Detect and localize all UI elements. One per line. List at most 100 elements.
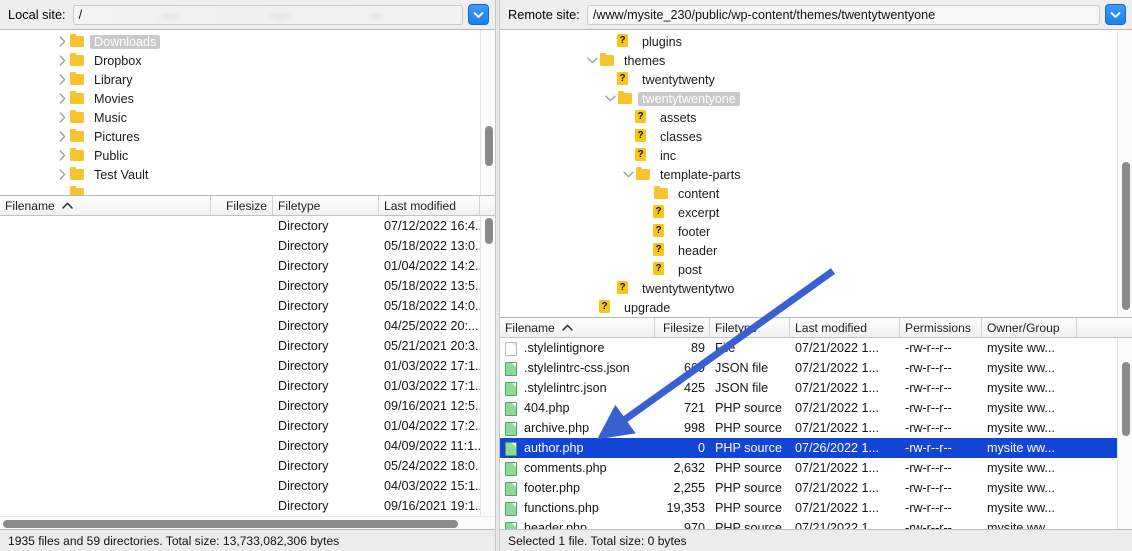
cell-filesize: 669 (683, 361, 705, 375)
cell-filetype: Directory (278, 219, 329, 233)
table-row[interactable]: Directory 01/04/2022 17:2.. (0, 416, 495, 436)
tree-twisty-collapsed[interactable] (56, 54, 69, 67)
cell-permissions: -rw-r--r-- (905, 521, 952, 529)
remote-path-input[interactable]: /www/mysite_230/public/wp-content/themes… (586, 4, 1100, 25)
table-row[interactable]: Directory 05/18/2022 13:5.. (0, 276, 495, 296)
remote-list-scrollbar[interactable] (1117, 338, 1132, 529)
table-row[interactable]: Directory 01/04/2022 14:2.. (0, 256, 495, 276)
column-header-filesize[interactable]: Filesize (655, 318, 710, 337)
table-row[interactable]: Directory 04/09/2022 11:1.. (0, 436, 495, 456)
tree-item[interactable]: ? excerpt (500, 203, 1132, 222)
column-header-owner[interactable]: Owner/Group (982, 318, 1077, 337)
tree-item[interactable]: content (500, 184, 1132, 203)
tree-item[interactable]: ? post (500, 260, 1132, 279)
tree-item[interactable]: twentytwentyone (500, 89, 1132, 108)
folder-icon (69, 71, 85, 87)
tree-item[interactable] (0, 184, 495, 195)
table-row[interactable]: Directory 05/24/2022 18:0. (0, 456, 495, 476)
column-header-filename[interactable]: Filename (0, 196, 211, 215)
table-row[interactable]: .stylelintrc.json 425 JSON file 07/21/2022 … (500, 378, 1132, 398)
column-header-label: Filename (5, 198, 55, 213)
remote-list-scroll-thumb[interactable] (1122, 362, 1130, 436)
local-list-scrollbar[interactable] (480, 216, 495, 516)
tree-item[interactable]: Dropbox (0, 51, 495, 70)
local-tree-scrollbar[interactable] (480, 30, 495, 195)
remote-tree-scroll-thumb[interactable] (1122, 162, 1130, 310)
local-file-list[interactable]: Directory 07/12/2022 16:4.. Directory 05/18… (0, 216, 495, 516)
tree-twisty-collapsed[interactable] (56, 92, 69, 105)
column-header-filename[interactable]: Filename (500, 318, 655, 337)
cell-filename-value: author.php (524, 441, 584, 455)
table-row[interactable]: Directory 07/12/2022 16:4.. (0, 216, 495, 236)
tree-twisty-collapsed[interactable] (56, 130, 69, 143)
table-row[interactable]: Directory 09/16/2021 12:5.. (0, 396, 495, 416)
tree-item[interactable]: ? upgrade (500, 298, 1132, 317)
tree-twisty-collapsed[interactable] (56, 73, 69, 86)
tree-item[interactable]: ? plugins (500, 32, 1132, 51)
local-path-input[interactable]: / (72, 4, 463, 25)
table-row[interactable]: 404.php 721 PHP source 07/21/2022 1... -rw-r… (500, 398, 1132, 418)
tree-twisty-expanded[interactable] (604, 92, 617, 105)
table-row[interactable]: Directory 05/18/2022 13:0.. (0, 236, 495, 256)
tree-item[interactable]: Movies (0, 89, 495, 108)
table-row[interactable]: Directory 04/03/2022 15:1.. (0, 476, 495, 496)
cell-owner: mysite ww... (987, 421, 1055, 435)
tree-item[interactable]: ? header (500, 241, 1132, 260)
local-directory-tree[interactable]: Downloads Dropbox Library Movies Music Pictur… (0, 30, 495, 196)
column-header-filetype[interactable]: Filetype (273, 196, 379, 215)
remote-file-list[interactable]: .stylelintignore 89 File 07/21/2022 1... -rw… (500, 338, 1132, 529)
sort-ascending-icon (562, 324, 573, 331)
tree-item[interactable]: Public (0, 146, 495, 165)
column-header-filetype[interactable]: Filetype (710, 318, 790, 337)
table-row[interactable]: Directory 01/03/2022 17:1.. (0, 356, 495, 376)
tree-item[interactable]: ? twentytwentytwo (500, 279, 1132, 298)
tree-item[interactable]: Library (0, 70, 495, 89)
local-tree-scroll-thumb[interactable] (485, 126, 493, 166)
table-row[interactable]: footer.php 2,255 PHP source 07/21/2022 1...… (500, 478, 1132, 498)
tree-item[interactable]: ? assets (500, 108, 1132, 127)
table-row[interactable]: Directory 05/21/2021 20:3.. (0, 336, 495, 356)
tree-item[interactable]: themes (500, 51, 1132, 70)
table-row[interactable]: header.php 970 PHP source 07/21/2022 1... -r… (500, 518, 1132, 529)
local-path-dropdown-button[interactable] (468, 4, 489, 25)
remote-path-dropdown-button[interactable] (1105, 4, 1126, 25)
tree-item-label: plugins (642, 34, 682, 49)
column-header-filesize[interactable]: Filesize (211, 196, 273, 215)
tree-item[interactable]: Downloads (0, 32, 495, 51)
tree-item[interactable]: Test Vault (0, 165, 495, 184)
table-row[interactable]: functions.php 19,353 PHP source 07/21/2022 … (500, 498, 1132, 518)
local-list-scroll-thumb[interactable] (485, 218, 493, 244)
table-row[interactable]: archive.php 998 PHP source 07/21/2022 1... -… (500, 418, 1132, 438)
table-row[interactable]: Directory 05/18/2022 14:0.. (0, 296, 495, 316)
tree-item[interactable]: Pictures (0, 127, 495, 146)
tree-twisty (604, 35, 617, 48)
tree-item[interactable]: ? footer (500, 222, 1132, 241)
tree-twisty-collapsed[interactable] (56, 168, 69, 181)
tree-twisty-collapsed[interactable] (56, 35, 69, 48)
table-row[interactable]: author.php 0 PHP source 07/26/2022 1... -rw-… (500, 438, 1132, 458)
table-row[interactable]: Directory 09/16/2021 19:1.. (0, 496, 495, 516)
tree-twisty-expanded[interactable] (622, 168, 635, 181)
tree-twisty-collapsed[interactable] (56, 111, 69, 124)
column-header-permissions[interactable]: Permissions (900, 318, 982, 337)
local-horizontal-scrollbar[interactable] (0, 516, 495, 529)
column-header-modified[interactable]: Last modified (379, 196, 480, 215)
tree-twisty-expanded[interactable] (586, 54, 599, 67)
tree-item[interactable]: ? twentytwenty (500, 70, 1132, 89)
cell-filetype: PHP source (715, 441, 782, 455)
local-horizontal-scroll-thumb[interactable] (3, 520, 458, 528)
tree-item[interactable]: Music (0, 108, 495, 127)
remote-tree-scrollbar[interactable] (1117, 30, 1132, 317)
table-row[interactable]: comments.php 2,632 PHP source 07/21/2022 1.… (500, 458, 1132, 478)
cell-permissions: -rw-r--r-- (905, 481, 952, 495)
table-row[interactable]: .stylelintrc-css.json 669 JSON file 07/21/2… (500, 358, 1132, 378)
column-header-modified[interactable]: Last modified (790, 318, 900, 337)
tree-twisty-collapsed[interactable] (56, 149, 69, 162)
table-row[interactable]: .stylelintignore 89 File 07/21/2022 1... -rw… (500, 338, 1132, 358)
table-row[interactable]: Directory 04/25/2022 20:... (0, 316, 495, 336)
table-row[interactable]: Directory 01/03/2022 17:1.. (0, 376, 495, 396)
tree-item[interactable]: ? classes (500, 127, 1132, 146)
tree-item[interactable]: ? inc (500, 146, 1132, 165)
remote-directory-tree[interactable]: ? plugins themes? twentytwenty twentytwentyo… (500, 30, 1132, 318)
tree-item[interactable]: template-parts (500, 165, 1132, 184)
